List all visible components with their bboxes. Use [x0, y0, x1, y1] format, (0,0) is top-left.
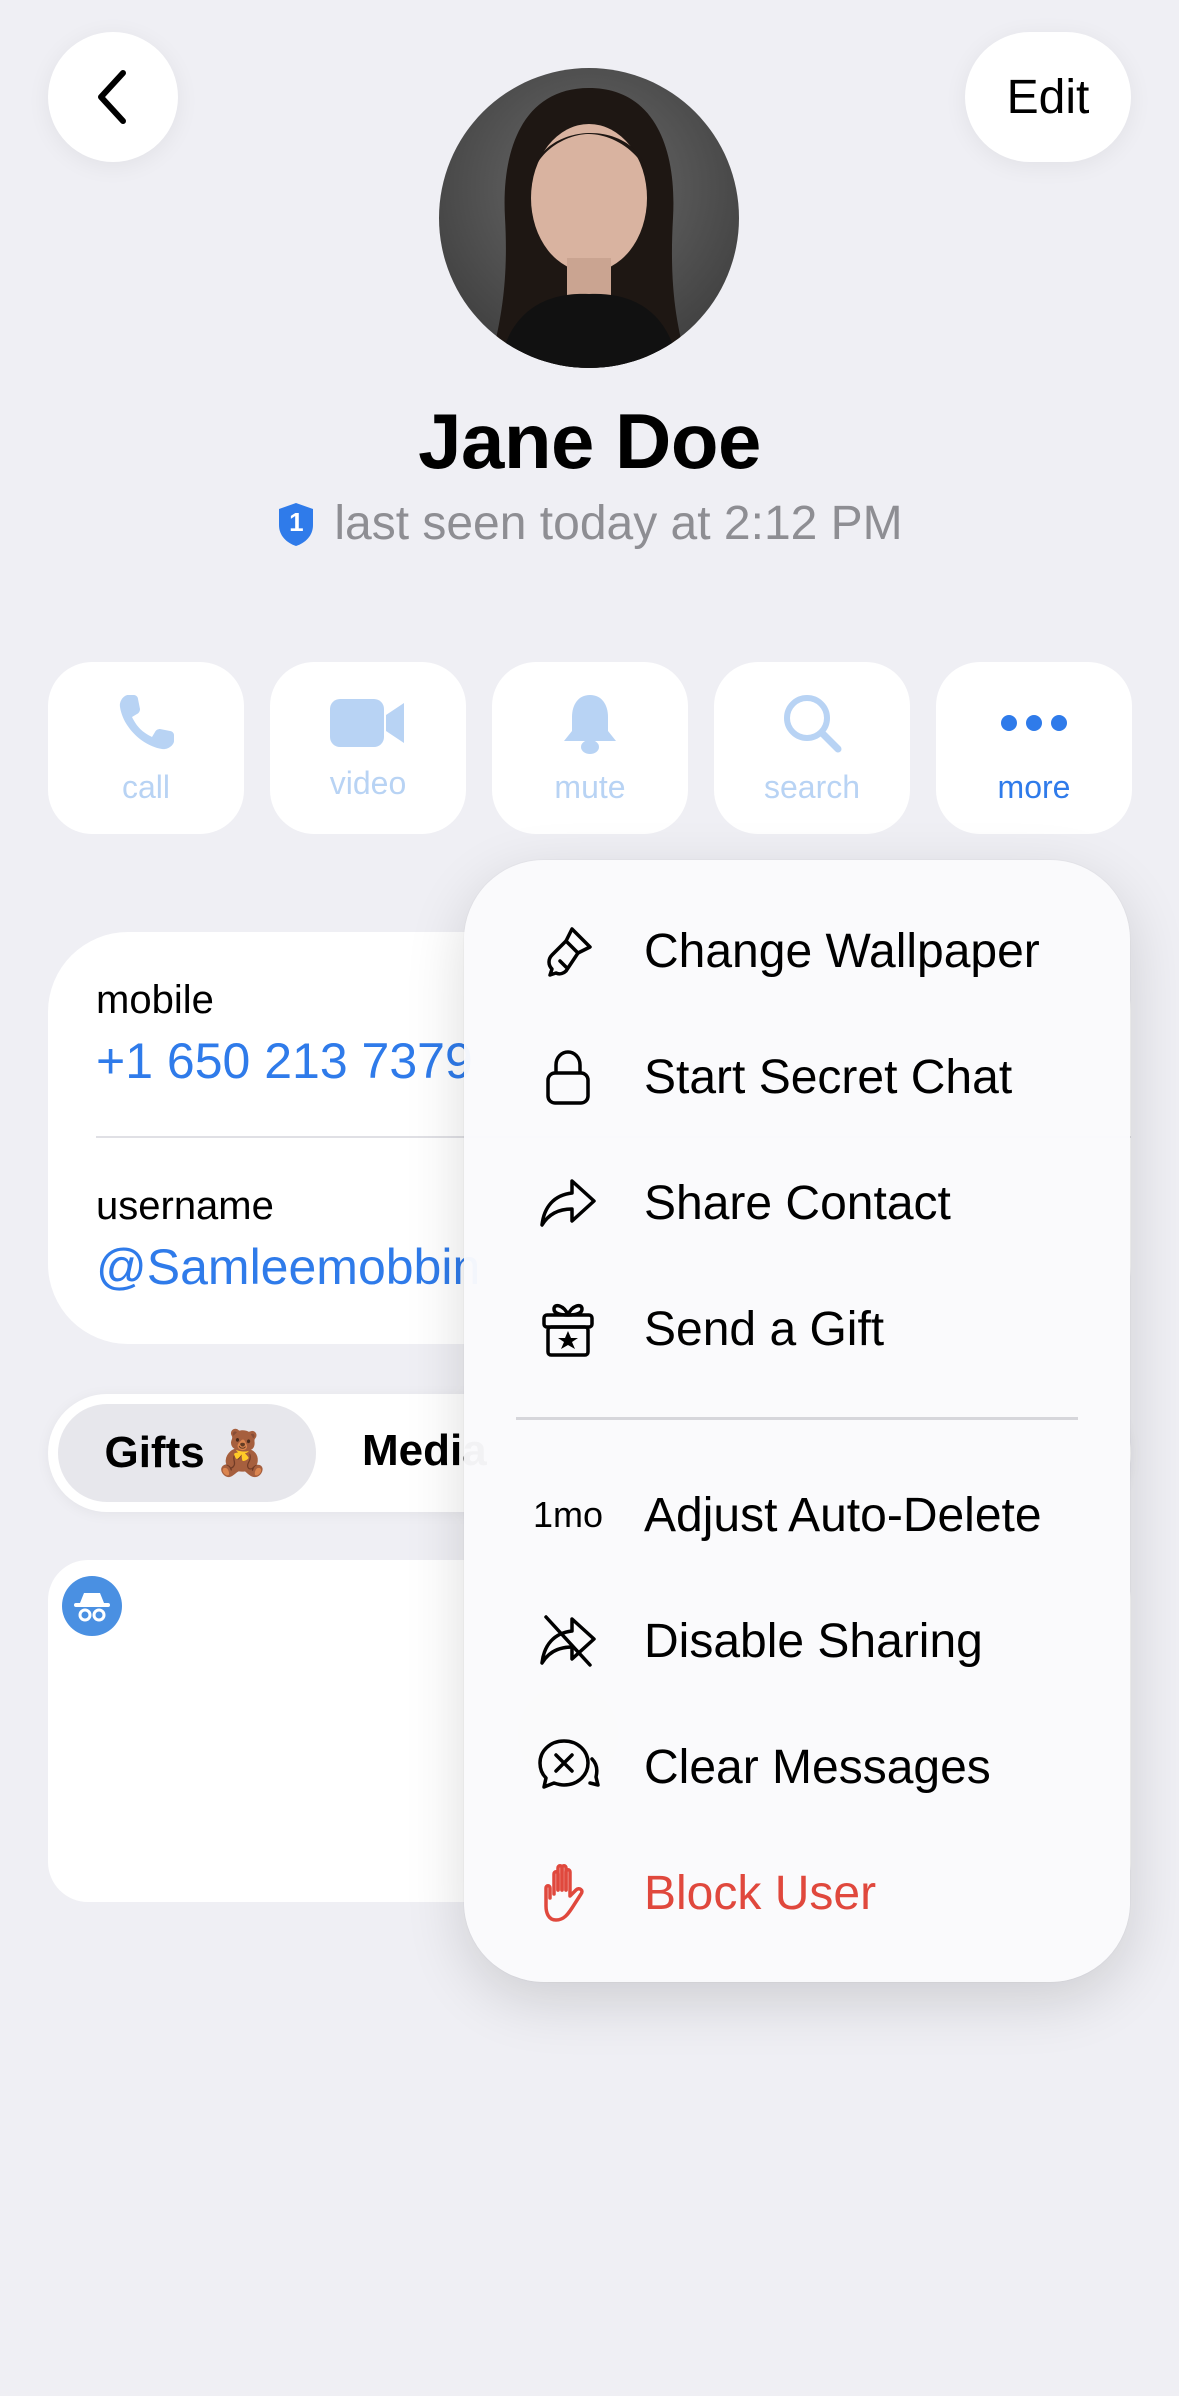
more-menu: Change Wallpaper Start Secret Chat Share… — [464, 860, 1130, 1982]
tab-gifts[interactable]: Gifts 🧸 — [58, 1404, 316, 1502]
contact-name: Jane Doe — [418, 397, 761, 485]
teddy-bear-icon: 🧸 — [214, 1429, 270, 1478]
edit-button[interactable]: Edit — [965, 32, 1131, 162]
menu-item-label: Adjust Auto-Delete — [644, 1488, 1042, 1542]
ellipsis-icon — [1001, 714, 1067, 731]
menu-item-share-contact[interactable]: Share Contact — [464, 1148, 1130, 1258]
video-camera-icon — [330, 698, 404, 747]
search-button[interactable]: search — [714, 662, 910, 834]
edit-button-label: Edit — [1006, 70, 1090, 124]
menu-item-disable-sharing[interactable]: Disable Sharing — [464, 1586, 1130, 1696]
menu-item-label: Change Wallpaper — [644, 924, 1040, 978]
mobile-number[interactable]: +1 650 213 7379 — [96, 1032, 473, 1090]
last-seen-text: last seen today at 2:12 PM — [334, 497, 903, 550]
avatar-photo — [439, 68, 739, 368]
avatar[interactable] — [439, 68, 739, 368]
video-button[interactable]: video — [270, 662, 466, 834]
more-label: more — [997, 768, 1071, 805]
call-label: call — [121, 768, 170, 805]
auto-delete-timer-text: 1mo — [532, 1494, 604, 1535]
lock-icon — [526, 1035, 610, 1119]
status-line: 1 last seen today at 2:12 PM — [0, 496, 1179, 551]
menu-item-label: Start Secret Chat — [644, 1050, 1013, 1104]
clear-chat-icon — [526, 1725, 610, 1809]
menu-separator — [516, 1417, 1078, 1420]
shield-badge-number: 1 — [289, 506, 304, 537]
video-label: video — [329, 764, 407, 801]
mobile-label: mobile — [96, 978, 214, 1022]
gift-icon — [526, 1287, 610, 1371]
phone-icon — [119, 694, 174, 749]
username-value[interactable]: @Samleemobbin — [96, 1238, 480, 1296]
menu-item-send-gift[interactable]: Send a Gift — [464, 1274, 1130, 1384]
tab-gifts-label: Gifts — [104, 1428, 205, 1477]
share-disabled-icon — [526, 1599, 610, 1683]
chevron-left-icon — [98, 70, 126, 124]
menu-item-label: Clear Messages — [644, 1740, 991, 1794]
menu-item-secret-chat[interactable]: Start Secret Chat — [464, 1022, 1130, 1132]
verified-shield-icon: 1 — [276, 501, 316, 547]
paintbrush-icon — [526, 909, 610, 993]
back-button[interactable] — [48, 32, 178, 162]
menu-item-change-wallpaper[interactable]: Change Wallpaper — [464, 896, 1130, 1006]
menu-item-clear-messages[interactable]: Clear Messages — [464, 1712, 1130, 1822]
search-label: search — [763, 768, 861, 805]
share-arrow-icon — [526, 1161, 610, 1245]
menu-item-label: Share Contact — [644, 1176, 951, 1230]
menu-item-auto-delete[interactable]: 1mo Adjust Auto-Delete — [464, 1460, 1130, 1570]
menu-item-label: Send a Gift — [644, 1302, 885, 1356]
magnifier-icon — [784, 694, 842, 752]
menu-item-label: Block User — [644, 1866, 877, 1920]
call-button[interactable]: call — [48, 662, 244, 834]
more-button[interactable]: more — [936, 662, 1132, 834]
incognito-icon — [62, 1576, 122, 1636]
username-label: username — [96, 1184, 274, 1228]
bell-icon — [564, 694, 616, 754]
menu-item-label: Disable Sharing — [644, 1614, 983, 1668]
hand-icon — [526, 1851, 610, 1935]
mute-button[interactable]: mute — [492, 662, 688, 834]
menu-item-block-user[interactable]: Block User — [464, 1838, 1130, 1948]
mute-label: mute — [554, 768, 626, 805]
